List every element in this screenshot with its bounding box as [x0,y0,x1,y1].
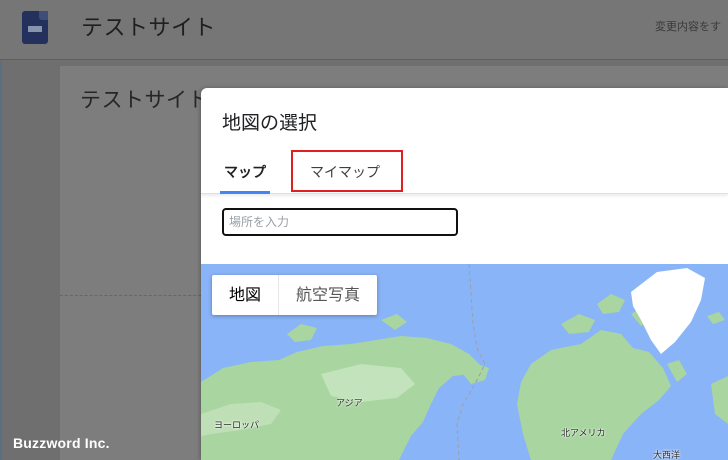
save-status-text: 変更内容をす [655,20,721,33]
canvas-header-title[interactable]: テストサイト [80,84,209,114]
map-type-satellite-button[interactable]: 航空写真 [278,275,377,315]
tab-map[interactable]: マップ [224,162,266,182]
section-divider [60,295,201,296]
tab-bar: マップ マイマップ [201,148,728,194]
map-view[interactable]: 地図 航空写真 アジア ヨーロッパ 北アメリカ 大西洋 [201,264,728,460]
map-type-control: 地図 航空写真 [212,275,378,315]
watermark-text: Buzzword Inc. [13,435,110,451]
map-label-europe: ヨーロッパ [214,421,260,431]
site-title[interactable]: テストサイト [81,10,216,42]
map-label-atlantic: 大西洋 [653,451,681,460]
google-sites-logo-icon[interactable] [22,11,48,44]
left-rail [0,61,2,460]
editor-top-bar: テストサイト 変更内容をす [0,0,728,60]
map-label-north-america: 北アメリカ [561,429,606,439]
active-tab-indicator [220,191,270,194]
map-select-dialog: 地図の選択 マップ マイマップ 場所を入力 地図 航空写真 アジア ヨーロッパ … [201,88,728,460]
dialog-title: 地図の選択 [222,112,318,134]
map-label-asia: アジア [336,399,363,409]
map-type-roadmap-button[interactable]: 地図 [212,275,278,315]
annotation-highlight-box [291,150,403,192]
place-search-input[interactable] [222,208,458,236]
